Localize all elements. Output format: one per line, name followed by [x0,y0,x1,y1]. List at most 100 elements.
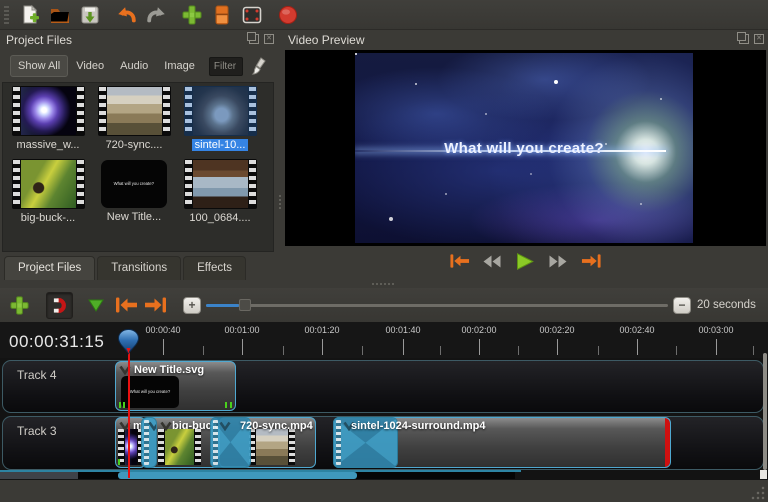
clip-label: sintel-1024-surround.mp4 [351,420,485,432]
playback-controls [282,249,768,273]
filter-image[interactable]: Image [156,55,203,77]
timeline-zoom-slider[interactable] [206,298,668,312]
undo-icon [115,4,138,26]
video-preview-area[interactable]: What will you create? [285,50,766,246]
timeline-horizontal-scrollbar[interactable] [0,470,768,480]
undock-preview-icon[interactable] [739,34,749,44]
transition-chevron-icon[interactable] [148,421,157,431]
timeline-vertical-scrollbar[interactable] [763,353,767,470]
toolbar-drag-handle[interactable] [4,6,9,24]
transition-chevron-icon[interactable] [219,421,231,431]
ruler-label: 00:03:00 [698,325,733,335]
file-item-new-title[interactable]: What will you create? New Title... [93,159,175,223]
timeline-splitter-handle[interactable] [372,283,394,285]
open-project-button[interactable] [45,2,75,28]
zoom-in-button[interactable]: + [183,297,201,314]
file-label-selected: sintel-10... [192,139,249,151]
import-files-button[interactable] [177,2,207,28]
filter-show-all[interactable]: Show All [10,55,68,77]
redo-button[interactable] [141,2,171,28]
clip-thumb-caption: What will you create? [125,389,174,394]
h-scrollbar-thumb[interactable] [118,472,357,479]
tab-effects[interactable]: Effects [183,256,246,280]
dock-tab-bar: Project Files Transitions Effects [4,256,246,280]
tab-project-files[interactable]: Project Files [4,256,95,280]
next-marker-icon [144,296,168,314]
project-files-title: Project Files [6,33,72,47]
track-4-lane: Track 4 New Title.svg What will you crea… [2,360,764,413]
jump-to-start-icon [449,253,470,269]
fullscreen-icon [241,4,263,26]
track-4-label: Track 4 [17,368,57,382]
save-project-button[interactable] [75,2,105,28]
file-item-720-sync[interactable]: 720-sync.... [93,86,175,151]
ruler-label: 00:02:40 [619,325,654,335]
snapping-toggle-button[interactable] [46,292,73,319]
close-preview-icon[interactable]: ✕ [754,34,764,44]
file-thumbnail [12,86,85,136]
file-label: New Title... [107,211,161,223]
file-item-big-buck[interactable]: big-buck-... [7,159,89,224]
rewind-button[interactable] [480,251,504,271]
clip-trim-edge[interactable] [665,418,670,467]
zoom-slider-handle[interactable] [239,299,251,311]
zoom-level-label: 20 seconds [697,299,756,311]
clip-thumbnail [249,429,295,465]
ruler-label: 00:02:00 [461,325,496,335]
ruler-label: 00:01:00 [224,325,259,335]
export-video-button[interactable] [273,2,303,28]
clip-menu-chevron-icon[interactable] [160,421,172,431]
video-preview-panel: Video Preview ✕ What will you create? [282,30,768,282]
tab-transitions[interactable]: Transitions [97,256,181,280]
jump-to-end-icon [581,253,602,269]
jump-to-end-button[interactable] [579,251,603,271]
timeline-area: 00:00:31:15 00:00:40 00:01:00 00:01:20 0… [0,322,768,480]
panel-splitter-handle[interactable] [278,195,281,209]
play-button[interactable] [513,251,537,271]
transition-1[interactable] [141,417,157,468]
track-3-label: Track 3 [17,424,57,438]
fast-forward-icon [549,255,567,268]
window-resize-grip[interactable] [751,486,765,500]
filter-video[interactable]: Video [68,55,112,77]
fullscreen-button[interactable] [237,2,267,28]
export-video-icon [277,4,299,26]
rewind-icon [483,255,501,268]
file-item-sintel-selected[interactable]: sintel-10... [179,86,261,151]
next-marker-button[interactable] [141,292,171,318]
timeline-toolbar: + − 20 seconds [0,288,768,322]
add-track-icon [9,295,30,316]
previous-marker-button[interactable] [111,292,141,318]
fast-forward-button[interactable] [546,251,570,271]
current-time-display: 00:00:31:15 [9,332,104,352]
add-track-button[interactable] [4,292,34,318]
ruler-label: 00:00:40 [145,325,180,335]
file-item-massive[interactable]: massive_w... [7,86,89,151]
new-project-button[interactable] [15,2,45,28]
track-3-lane: Track 3 m big-buck- [2,416,764,470]
undock-panel-icon[interactable] [249,34,259,44]
file-label: big-buck-... [21,212,75,224]
title-thumbnail: What will you create? [101,160,167,208]
playhead-handle[interactable] [117,328,140,360]
filter-input[interactable] [209,57,243,76]
add-marker-button[interactable] [81,292,111,318]
save-project-icon [79,4,101,26]
choose-profile-button[interactable] [207,2,237,28]
undo-button[interactable] [111,2,141,28]
jump-to-start-button[interactable] [447,251,471,271]
clear-filter-brush-icon[interactable] [248,56,268,76]
play-icon [516,253,534,270]
file-item-100-0684[interactable]: 100_0684.... [179,159,261,224]
timeline-ruler[interactable]: 00:00:31:15 00:00:40 00:01:00 00:01:20 0… [0,322,768,358]
clip-new-title[interactable]: New Title.svg What will you create? [115,361,236,411]
redo-icon [145,4,168,26]
filter-audio[interactable]: Audio [112,55,156,77]
zoom-out-button[interactable]: − [673,297,691,314]
scrollbar-corner [760,470,767,479]
video-title-text: What will you create? [355,140,693,157]
openshot-window: Project Files ✕ Show All Video Audio Ima… [0,0,768,502]
close-panel-icon[interactable]: ✕ [264,34,274,44]
file-thumbnail [184,159,257,209]
choose-profile-icon [211,4,233,26]
